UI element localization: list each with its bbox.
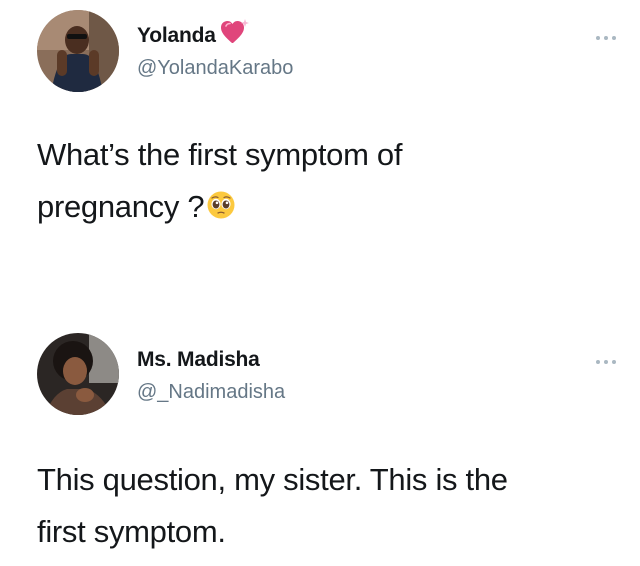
more-dot (596, 360, 600, 364)
name-row: Yolanda (137, 19, 250, 48)
more-dot (612, 360, 616, 364)
pleading-face-icon (206, 190, 236, 220)
avatar-yolanda[interactable] (37, 10, 119, 92)
tweet-text-line-2: first symptom. (37, 514, 226, 549)
user-handle[interactable]: @YolandaKarabo (137, 57, 293, 80)
tweet-text-line-2-content: pregnancy ? (37, 189, 205, 224)
tweet-yolanda[interactable]: Yolanda @YolandaKarabo What’s the first … (0, 0, 640, 300)
tweet-text: This question, my sister. This is the fi… (37, 454, 607, 558)
tweet-text: What’s the first symptom of pregnancy ? (37, 129, 607, 233)
user-handle[interactable]: @_Nadimadisha (137, 381, 285, 404)
more-dot (604, 36, 608, 40)
display-name[interactable]: Yolanda (137, 24, 216, 48)
more-dot (612, 36, 616, 40)
sparkling-heart-icon (220, 17, 250, 47)
tweet-madisha[interactable]: Ms. Madisha @_Nadimadisha This question,… (0, 300, 640, 566)
tweet-text-line-1: This question, my sister. This is the (37, 462, 508, 497)
more-icon[interactable] (596, 357, 622, 367)
avatar-madisha[interactable] (37, 333, 119, 415)
tweet-text-line-2: pregnancy ? (37, 181, 607, 233)
name-row: Ms. Madisha (137, 348, 260, 372)
more-icon[interactable] (596, 33, 622, 43)
more-dot (596, 36, 600, 40)
more-dot (604, 360, 608, 364)
display-name[interactable]: Ms. Madisha (137, 348, 260, 372)
tweet-text-line-1: What’s the first symptom of (37, 137, 403, 172)
